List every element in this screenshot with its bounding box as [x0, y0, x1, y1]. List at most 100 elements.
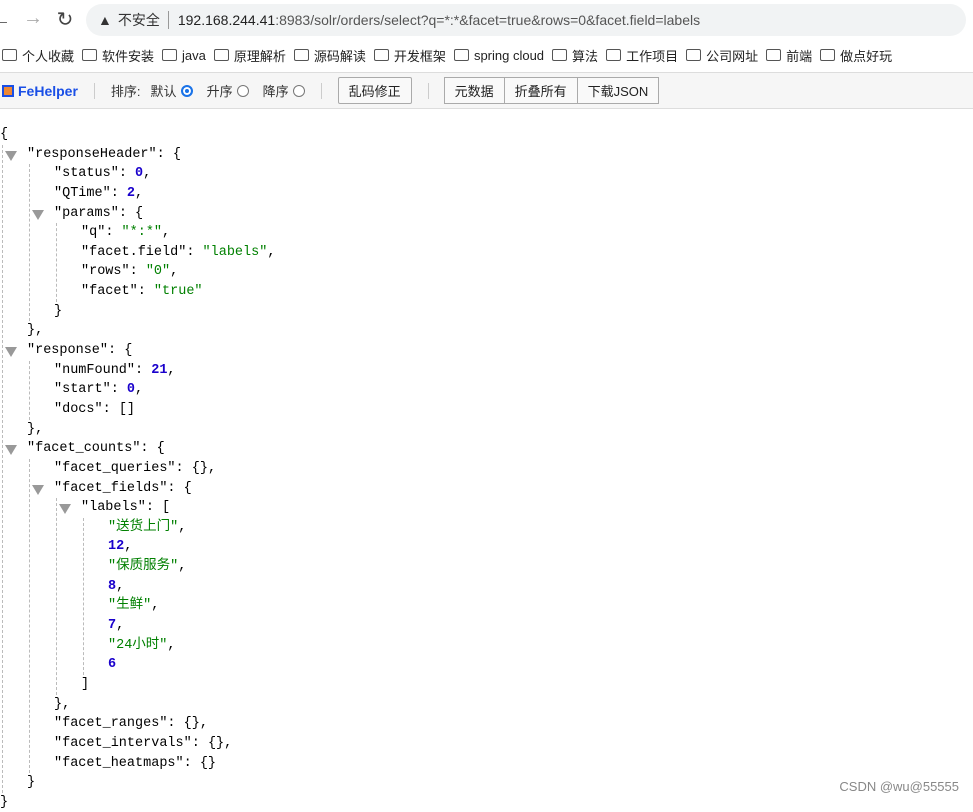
- bookmark-item[interactable]: 原理解析: [213, 46, 286, 65]
- bookmark-item[interactable]: 工作项目: [606, 46, 678, 65]
- json-empty: {}: [191, 460, 208, 476]
- json-empty: []: [118, 401, 136, 417]
- collapse-triangle-icon[interactable]: [5, 347, 17, 358]
- browser-toolbar: ← → ↻ ▲ 不安全 192.168.244.41:8983/solr/ord…: [0, 0, 973, 40]
- json-line: "facet_ranges": {},: [54, 716, 208, 732]
- json-line: 7,: [108, 618, 125, 634]
- security-label[interactable]: 不安全: [118, 10, 160, 30]
- json-line: "q": "*:*",: [81, 225, 171, 241]
- json-line: },: [27, 323, 44, 339]
- collapse-all-button[interactable]: 折叠所有: [503, 77, 578, 104]
- json-string: "true": [153, 284, 203, 300]
- json-empty: {}: [183, 716, 200, 732]
- json-line: "facet": "true": [81, 284, 203, 300]
- divider: [427, 82, 429, 99]
- json-key: "q": [81, 225, 106, 241]
- divider: [320, 82, 322, 99]
- folder-icon: [766, 49, 782, 61]
- bookmark-item[interactable]: 个人收藏: [2, 46, 74, 65]
- json-number: 0: [135, 166, 144, 182]
- json-number: 2: [126, 185, 136, 201]
- bookmark-item[interactable]: 做点好玩: [820, 46, 892, 65]
- json-string: "保质服务": [108, 559, 179, 575]
- url-host[interactable]: 192.168.244.41: [178, 12, 275, 28]
- collapse-triangle-icon[interactable]: [59, 504, 71, 515]
- collapse-triangle-icon[interactable]: [32, 484, 44, 495]
- json-key: "status": [54, 166, 119, 182]
- json-line: "numFound": 21,: [54, 362, 176, 378]
- bookmark-label: 公司网址: [706, 48, 759, 64]
- json-empty: {}: [207, 735, 225, 751]
- back-arrow-icon[interactable]: ←: [0, 9, 16, 32]
- collapse-triangle-icon[interactable]: [32, 209, 44, 220]
- bookmark-item[interactable]: 源码解读: [293, 46, 366, 65]
- bookmark-item[interactable]: 前端: [766, 46, 812, 65]
- sort-radio[interactable]: [180, 85, 193, 97]
- folder-icon: [820, 49, 836, 61]
- raw-data-button[interactable]: 元数据: [443, 77, 505, 104]
- fehelper-logo[interactable]: FeHelper: [2, 83, 78, 99]
- reload-icon[interactable]: ↻: [50, 7, 80, 32]
- json-block: {"responseHeader": {"status": 0, "QTime":…: [0, 125, 600, 812]
- json-line: "labels": [: [0, 498, 600, 518]
- json-line: }: [27, 775, 36, 791]
- bookmark-label: 个人收藏: [22, 48, 75, 64]
- warning-icon[interactable]: ▲: [98, 12, 112, 28]
- bookmark-label: 工作项目: [626, 48, 679, 64]
- sort-radio[interactable]: [236, 85, 249, 97]
- folder-icon: [293, 49, 309, 61]
- json-string: "24小时": [108, 637, 168, 653]
- sort-options: 默认 升序 降序: [151, 81, 319, 100]
- bookmark-label: 原理解析: [233, 48, 286, 64]
- json-line: "送货上门",: [108, 519, 187, 535]
- json-line: "生鲜",: [108, 598, 160, 614]
- bookmark-label: 前端: [786, 48, 813, 64]
- bookmark-item[interactable]: 公司网址: [686, 46, 758, 65]
- json-line: "params": {: [0, 204, 600, 224]
- bookmark-item[interactable]: 算法: [552, 46, 598, 65]
- json-number: 12: [108, 539, 125, 555]
- bookmark-item[interactable]: java: [162, 48, 206, 63]
- json-key: "facet_counts": [27, 441, 141, 457]
- json-line: 6: [0, 655, 600, 675]
- watermark: CSDN @wu@55555: [839, 779, 959, 794]
- json-key: "facet_ranges": [54, 716, 168, 732]
- json-block: "params": {"q": "*:*", "facet.field": "la…: [0, 204, 600, 322]
- bookmark-label: spring cloud: [473, 47, 545, 63]
- sort-option-label: 降序: [262, 84, 289, 99]
- json-number: 0: [126, 382, 136, 398]
- json-line: "facet_fields": {: [0, 479, 600, 499]
- json-key: "rows": [81, 264, 130, 280]
- download-json-button[interactable]: 下载JSON: [576, 77, 660, 104]
- json-line: "rows": "0",: [81, 264, 179, 280]
- address-bar[interactable]: ▲ 不安全 192.168.244.41:8983/solr/orders/se…: [86, 4, 966, 36]
- json-key: "facet.field": [81, 244, 187, 260]
- bookmark-item[interactable]: 软件安装: [82, 46, 154, 65]
- folder-icon: [373, 49, 389, 61]
- fehelper-logo-text: FeHelper: [18, 82, 78, 99]
- json-line: {: [0, 127, 9, 142]
- folder-icon: [686, 49, 702, 61]
- json-key: "docs": [54, 401, 103, 417]
- json-key: "start": [54, 382, 111, 398]
- forward-arrow-icon[interactable]: →: [18, 7, 48, 30]
- folder-icon: [552, 49, 568, 61]
- collapse-triangle-icon[interactable]: [5, 445, 17, 456]
- fix-encoding-button[interactable]: 乱码修正: [337, 77, 412, 104]
- bookmark-label: 软件安装: [102, 48, 155, 64]
- json-number: 21: [151, 362, 168, 378]
- sort-radio[interactable]: [292, 85, 305, 97]
- bookmark-item[interactable]: spring cloud: [453, 47, 545, 63]
- collapse-triangle-icon[interactable]: [5, 150, 17, 161]
- json-line: },: [54, 696, 71, 712]
- url-path[interactable]: :8983/solr/orders/select?q=*:*&facet=tru…: [275, 12, 700, 28]
- json-line: "facet_heatmaps": {}: [54, 755, 217, 771]
- folder-icon: [2, 49, 17, 61]
- json-line: "保质服务",: [108, 559, 187, 575]
- folder-icon: [606, 49, 622, 61]
- json-key: "facet_heatmaps": [54, 755, 184, 771]
- json-key: "response": [27, 343, 109, 359]
- folder-icon: [162, 49, 178, 61]
- sort-option-label: 默认: [150, 84, 177, 99]
- bookmark-item[interactable]: 开发框架: [373, 46, 446, 65]
